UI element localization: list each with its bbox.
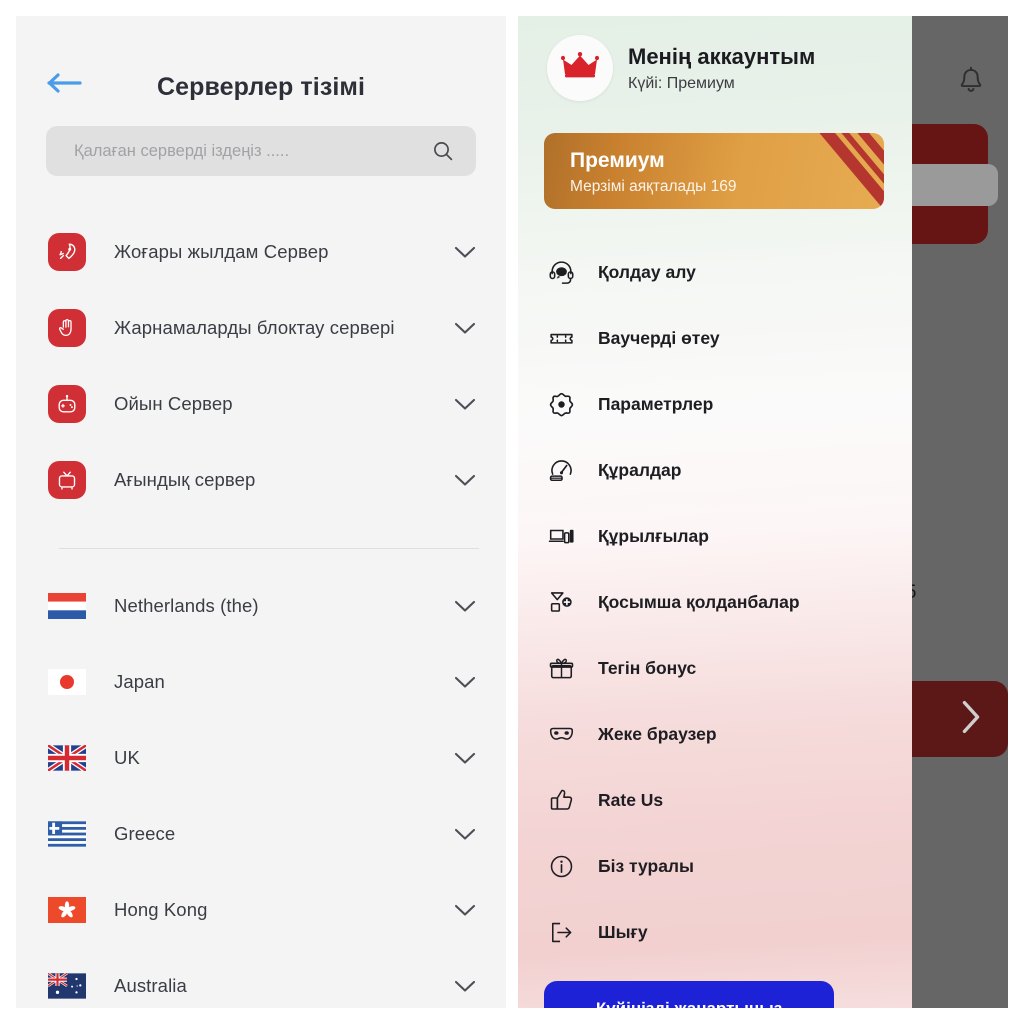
country-row[interactable]: Greece xyxy=(16,796,506,872)
country-label: Netherlands (the) xyxy=(114,595,259,616)
game-controller-icon xyxy=(48,385,86,423)
account-drawer: Менің аккаунтым Күйі: Премиум Премиум Ме… xyxy=(518,16,912,1008)
premium-banner[interactable]: Премиум Мерзімі аяқталады 169 xyxy=(544,133,884,209)
split-tunnel-add-icon xyxy=(546,587,576,617)
avatar xyxy=(547,35,613,101)
devices-icon xyxy=(546,521,576,551)
account-title: Менің аккаунтым xyxy=(628,44,816,69)
tv-icon xyxy=(48,461,86,499)
country-label: UK xyxy=(114,747,140,768)
chevron-down-icon[interactable] xyxy=(454,752,476,765)
server-category-row[interactable]: Ойын Сервер xyxy=(16,366,506,442)
country-label: Australia xyxy=(114,975,187,996)
server-category-label: Жоғары жылдам Сервер xyxy=(114,241,329,262)
server-category-row[interactable]: Жоғары жылдам Сервер xyxy=(16,214,506,290)
thumbs-up-icon xyxy=(546,785,576,815)
menu-item-label: Жеке браузер xyxy=(598,723,717,744)
menu-item-split-tunnel[interactable]: Қосымша қолданбалар xyxy=(518,569,912,635)
country-row[interactable]: Australia xyxy=(16,948,506,1008)
menu-item-devices[interactable]: Құрылғылар xyxy=(518,503,912,569)
flag-greece xyxy=(48,821,86,847)
country-label: Japan xyxy=(114,671,165,692)
flag-japan xyxy=(48,669,86,695)
chevron-down-icon[interactable] xyxy=(454,676,476,689)
menu-item-settings[interactable]: Параметрлер xyxy=(518,371,912,437)
chevron-down-icon[interactable] xyxy=(454,980,476,993)
country-row[interactable]: Japan xyxy=(16,644,506,720)
speedometer-icon xyxy=(546,455,576,485)
menu-item-voucher[interactable]: Ваучерді өтеу xyxy=(518,305,912,371)
gift-icon xyxy=(546,653,576,683)
search-box[interactable] xyxy=(46,126,476,176)
server-category-label: Ойын Сервер xyxy=(114,393,233,414)
chevron-down-icon[interactable] xyxy=(454,828,476,841)
hand-stop-icon xyxy=(48,309,86,347)
flag-hong-kong xyxy=(48,897,86,923)
upgrade-button-line1: Күйіңізді жаңартыңыз xyxy=(595,998,783,1009)
rocket-icon xyxy=(48,233,86,271)
menu-item-label: Ваучерді өтеу xyxy=(598,327,720,348)
menu-item-label: Rate Us xyxy=(598,789,664,810)
menu-item-rate-us[interactable]: Rate Us xyxy=(518,767,912,833)
menu-item-label: Параметрлер xyxy=(598,393,714,414)
app-screenshot: Серверлер тізімі Жоғары жылдам xyxy=(0,0,1024,1024)
bell-icon[interactable] xyxy=(956,66,986,103)
menu-item-label: Қолдау алу xyxy=(598,261,696,282)
country-row[interactable]: Netherlands (the) xyxy=(16,568,506,644)
country-row[interactable]: Hong Kong xyxy=(16,872,506,948)
search-input[interactable] xyxy=(46,141,432,161)
upgrade-status-button[interactable]: Күйіңізді жаңартыңыз Алдын ала жазылушыс… xyxy=(544,981,834,1008)
flag-netherlands xyxy=(48,593,86,619)
search-icon[interactable] xyxy=(432,140,454,162)
menu-item-private-browser[interactable]: Жеке браузер xyxy=(518,701,912,767)
country-label: Greece xyxy=(114,823,176,844)
server-list-panel: Серверлер тізімі Жоғары жылдам xyxy=(16,16,506,1008)
chevron-down-icon[interactable] xyxy=(454,246,476,259)
logout-icon xyxy=(546,917,576,947)
flag-uk xyxy=(48,745,86,771)
menu-item-free-bonus[interactable]: Тегін бонус xyxy=(518,635,912,701)
menu-item-logout[interactable]: Шығу xyxy=(518,899,912,965)
premium-banner-subtitle: Мерзімі аяқталады 169 xyxy=(570,178,737,195)
chevron-down-icon[interactable] xyxy=(454,904,476,917)
premium-banner-title: Премиум xyxy=(570,149,665,172)
server-category-label: Жарнамаларды блоктау серверi xyxy=(114,317,395,338)
page-title: Серверлер тізімі xyxy=(156,73,366,101)
chevron-down-icon[interactable] xyxy=(454,600,476,613)
country-row[interactable]: UK xyxy=(16,720,506,796)
chevron-down-icon[interactable] xyxy=(454,398,476,411)
server-list-header: Серверлер тізімі xyxy=(16,16,506,116)
headset-support-icon xyxy=(546,257,576,287)
section-divider xyxy=(59,548,479,549)
menu-item-label: Біз туралы xyxy=(598,855,694,876)
menu-item-label: Құрылғылар xyxy=(598,525,709,546)
server-category-label: Ағындық сервер xyxy=(114,469,256,490)
menu-item-about[interactable]: Біз туралы xyxy=(518,833,912,899)
chevron-down-icon[interactable] xyxy=(454,474,476,487)
menu-item-label: Шығу xyxy=(598,921,648,942)
server-category-row[interactable]: Жарнамаларды блоктау серверi xyxy=(16,290,506,366)
menu-item-label: Қосымша қолданбалар xyxy=(598,591,800,612)
crown-icon xyxy=(560,51,600,86)
menu-item-support[interactable]: Қолдау алу xyxy=(518,239,912,305)
mask-icon xyxy=(546,719,576,749)
menu-item-tools[interactable]: Құралдар xyxy=(518,437,912,503)
flag-australia xyxy=(48,973,86,999)
menu-item-label: Құралдар xyxy=(598,459,682,480)
account-status: Күйі: Премиум xyxy=(628,75,735,92)
chevron-right-icon xyxy=(960,700,982,739)
country-label: Hong Kong xyxy=(114,899,208,920)
menu-item-label: Тегін бонус xyxy=(598,657,697,678)
gear-icon xyxy=(546,389,576,419)
info-icon xyxy=(546,851,576,881)
ticket-icon xyxy=(546,323,576,353)
chevron-down-icon[interactable] xyxy=(454,322,476,335)
server-category-row[interactable]: Ағындық сервер xyxy=(16,442,506,518)
